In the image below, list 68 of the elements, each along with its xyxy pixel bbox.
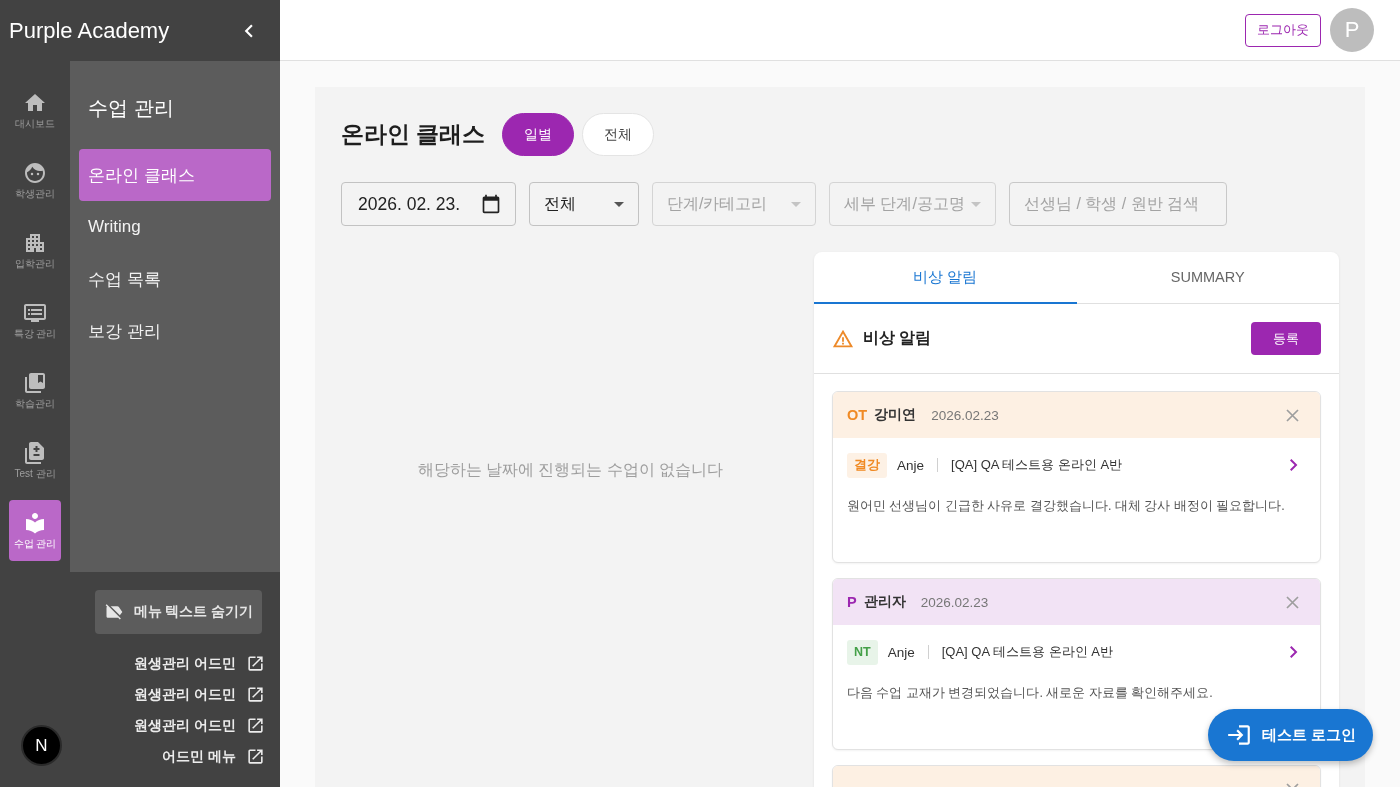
register-button[interactable]: 등록 <box>1251 322 1321 355</box>
alert-date: 2026.02.23 <box>931 407 999 423</box>
submenu-item[interactable]: 수업 목록 <box>79 253 271 305</box>
external-link[interactable]: 어드민 메뉴 <box>162 741 265 772</box>
nav-item[interactable]: 입학관리 <box>9 220 61 281</box>
building-icon <box>23 231 47 255</box>
logout-button[interactable]: 로그아웃 <box>1245 13 1321 47</box>
external-link-icon <box>246 685 265 704</box>
class-name: [QA] QA 테스트용 온라인 A반 <box>951 456 1124 474</box>
dev-badge[interactable]: N <box>21 725 62 766</box>
nav-item[interactable]: 학생관리 <box>9 150 61 211</box>
external-link[interactable]: 원생관리 어드민 <box>134 710 265 741</box>
view-toggle[interactable]: 일별 <box>502 113 575 156</box>
teacher-name: Anje <box>887 644 915 660</box>
role-label: P <box>847 594 857 610</box>
chevron-right-icon <box>1290 459 1298 471</box>
alert-message: 다음 수업 교재가 변경되었습니다. 새로운 자료를 확인해주세요. <box>847 685 1214 702</box>
external-link[interactable]: 원생관리 어드민 <box>134 679 265 710</box>
status-tag: NT <box>847 639 878 665</box>
tab[interactable]: 비상 알림 <box>814 252 1077 304</box>
date-field[interactable]: 2026. 02. 23. <box>341 182 516 226</box>
status-tag: 결강 <box>847 452 887 478</box>
role-label: OT <box>847 407 868 423</box>
person-reading-icon <box>23 511 47 535</box>
caret-icon <box>971 201 981 207</box>
empty-message: 해당하는 날짜에 진행되는 수업이 없습니다 <box>417 459 724 480</box>
nav-item[interactable]: 특강 관리 <box>9 290 61 351</box>
face-icon <box>23 161 47 185</box>
caret-icon <box>614 201 624 207</box>
class-name: [QA] QA 테스트용 온라인 A반 <box>941 643 1114 661</box>
calendar-icon <box>481 194 501 214</box>
teacher-name: Anje <box>897 457 925 473</box>
books-icon <box>23 371 47 395</box>
submenu-title: 수업 관리 <box>87 96 175 120</box>
alert-message: 원어민 선생님이 긴급한 사유로 결강했습니다. 대체 강사 배정이 필요합니다. <box>847 498 1286 515</box>
submenu-item[interactable]: 보강 관리 <box>79 305 271 357</box>
login-icon <box>1225 722 1252 748</box>
author-name: 강미연 <box>874 406 917 424</box>
page-title: 온라인 클래스 <box>341 120 486 149</box>
external-link-icon <box>246 747 265 766</box>
external-link-icon <box>246 716 265 735</box>
external-link-icon <box>246 654 265 673</box>
monitor-list-icon <box>23 301 47 325</box>
close-icon <box>1286 595 1299 609</box>
nav-item[interactable]: 학습관리 <box>9 360 61 421</box>
nav-item[interactable]: Test 관리 <box>9 430 61 491</box>
chevron-right-icon <box>1290 646 1298 658</box>
label-off-icon <box>103 602 124 622</box>
alert-date: 2026.02.23 <box>920 594 989 610</box>
nav-item[interactable]: 수업 관리 <box>9 500 61 561</box>
test-login-button[interactable]: 테스트 로그인 <box>1207 709 1373 761</box>
submenu-item[interactable]: 온라인 클래스 <box>79 149 271 201</box>
file-plus-minus-icon <box>23 441 47 465</box>
nav-item[interactable]: 대시보드 <box>9 80 61 141</box>
tab[interactable]: SUMMARY <box>1076 252 1339 304</box>
section-title: 비상 알림 <box>863 328 932 348</box>
search-field[interactable]: 선생님 / 학생 / 원반 검색 <box>1009 182 1227 226</box>
open-button[interactable] <box>1290 646 1298 658</box>
select-field[interactable]: 전체 <box>529 182 639 226</box>
hide-menu-text-button[interactable]: 메뉴 텍스트 숨기기 <box>95 590 262 634</box>
close-icon <box>1286 408 1299 422</box>
caret-icon <box>791 201 801 207</box>
view-toggle[interactable]: 전체 <box>582 113 655 156</box>
submenu-item[interactable]: Writing <box>79 201 271 253</box>
author-name: 관리자 <box>863 593 906 611</box>
open-button[interactable] <box>1290 459 1298 471</box>
brand-name: Purple Academy <box>9 17 170 44</box>
external-link[interactable]: 원생관리 어드민 <box>134 648 265 679</box>
